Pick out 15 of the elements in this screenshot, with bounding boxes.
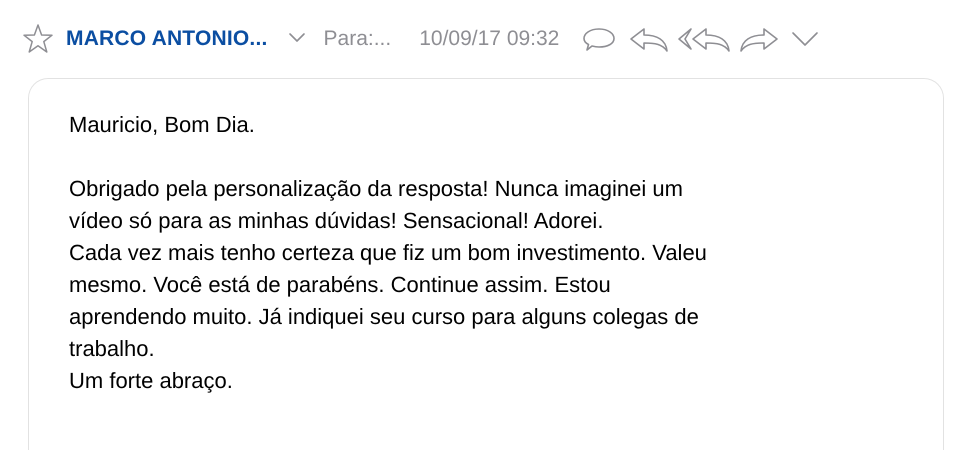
- message-text: mesmo. Você está de parabéns. Continue assim. Estou: [69, 271, 612, 299]
- forward-icon[interactable]: [739, 25, 780, 53]
- sender-name[interactable]: MARCO ANTONIO...: [66, 27, 268, 51]
- reply-icon[interactable]: [629, 25, 670, 53]
- speech-bubble-icon[interactable]: [581, 25, 618, 53]
- message-text: vídeo só para as minhas dúvidas! Sensacional! Adorei.: [69, 207, 604, 235]
- star-icon[interactable]: [22, 23, 54, 55]
- message-text: Cada vez mais tenho certeza que fiz um bom investimento. Valeu: [69, 239, 708, 267]
- message-text: Obrigado pela personalização da resposta! Nunca imaginei um: [69, 175, 684, 203]
- message-text: Um forte abraço.: [69, 367, 234, 395]
- date-text: 10/09/17 09:32: [419, 27, 560, 51]
- message-text: trabalho.: [69, 335, 156, 363]
- reply-all-icon[interactable]: [677, 25, 732, 53]
- message-text: aprendendo muito. Já indiquei seu curso para alguns colegas de: [69, 303, 700, 331]
- message-text: Mauricio, Bom Dia.: [69, 111, 256, 139]
